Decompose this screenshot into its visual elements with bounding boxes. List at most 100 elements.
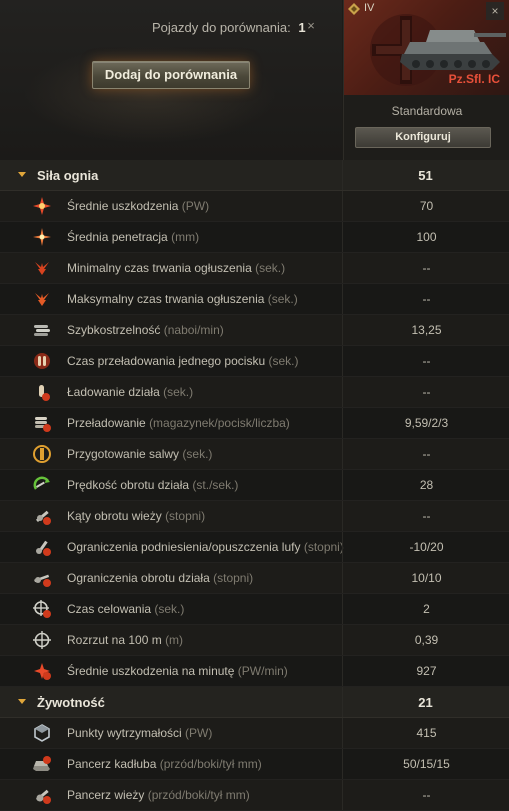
stat-unit: (naboi/min) [163, 323, 224, 337]
stat-unit: (przód/boki/tył mm) [147, 788, 250, 802]
elevation-icon [36, 540, 51, 556]
stat-name: Średnie uszkodzenia [67, 199, 179, 213]
stat-row: Pancerz kadłuba (przód/boki/tył mm) 50/1… [0, 749, 509, 780]
gun-loading-icon [39, 385, 50, 401]
stat-row: Przygotowanie salwy (sek.) -- [0, 439, 509, 470]
vehicle-artwork: IV × Pz.Sfl. IC [344, 0, 509, 95]
stat-label: Czas przeładowania jednego pocisku (sek.… [67, 354, 298, 368]
comparison-panel: Pojazdy do porównania: 1 × Dodaj do poró… [0, 0, 342, 160]
stat-name: Ograniczenia podniesienia/opuszczenia lu… [67, 540, 301, 554]
stat-unit: (stopni) [303, 540, 344, 554]
stat-label: Średnie uszkodzenia na minutę (PW/min) [67, 664, 288, 678]
stat-unit: (PW/min) [237, 664, 288, 678]
vehicle-card: IV × Pz.Sfl. IC Standardowa Konfiguruj [343, 0, 509, 160]
stat-unit: (stopni) [213, 571, 254, 585]
turret-angle-icon [35, 510, 51, 525]
stat-row: Rozrzut na 100 m (m) 0,39 [0, 625, 509, 656]
damage-burst-icon [33, 197, 51, 215]
stat-label: Kąty obrotu wieży (stopni) [67, 509, 205, 523]
stat-name: Prędkość obrotu działa [67, 478, 190, 492]
stat-name: Czas celowania [67, 602, 152, 616]
magazine-reload-icon [35, 417, 51, 432]
section-header[interactable]: Siła ognia 51 [0, 160, 509, 191]
stat-row: Przeładowanie (magazynek/pocisk/liczba) … [0, 408, 509, 439]
stat-unit: (PW) [181, 199, 210, 213]
stat-row: Prędkość obrotu działa (st./sek.) 28 [0, 470, 509, 501]
stat-value: -10/20 [342, 540, 509, 556]
stat-value: 28 [342, 478, 509, 494]
stat-unit: (mm) [171, 230, 200, 244]
configure-button[interactable]: Konfiguruj [355, 127, 491, 148]
stat-value: 415 [342, 726, 509, 742]
stat-label: Pancerz kadłuba (przód/boki/tył mm) [67, 757, 262, 771]
stat-value: 9,59/2/3 [342, 416, 509, 432]
tier-label: IV [364, 2, 375, 14]
section-header[interactable]: Żywotność 21 [0, 687, 509, 718]
stat-unit: (sek.) [268, 354, 299, 368]
chevron-down-icon[interactable] [17, 696, 27, 706]
stat-label: Punkty wytrzymałości (PW) [67, 726, 212, 740]
stat-unit: (magazynek/pocisk/liczba) [149, 416, 290, 430]
gun-arc-icon [34, 574, 51, 587]
stat-unit: (m) [165, 633, 184, 647]
stat-value: -- [342, 385, 509, 401]
stat-value: -- [342, 292, 509, 308]
compare-count-label: Pojazdy do porównania: 1 [152, 20, 306, 35]
stat-label: Przeładowanie (magazynek/pocisk/liczba) [67, 416, 290, 430]
stat-value: 13,25 [342, 323, 509, 339]
stat-row: Średnia penetracja (mm) 100 [0, 222, 509, 253]
stun-min-icon [35, 262, 49, 275]
stat-name: Maksymalny czas trwania ogłuszenia [67, 292, 265, 306]
stat-unit: (sek.) [255, 261, 286, 275]
stat-name: Kąty obrotu wieży [67, 509, 162, 523]
stat-unit: (sek.) [267, 292, 298, 306]
stat-value: 10/10 [342, 571, 509, 587]
gun-traverse-speed-icon [33, 476, 50, 490]
stat-value: 100 [342, 230, 509, 246]
stat-name: Punkty wytrzymałości [67, 726, 182, 740]
stat-name: Średnia penetracja [67, 230, 168, 244]
salvo-icon [33, 445, 51, 463]
stat-name: Minimalny czas trwania ogłuszenia [67, 261, 252, 275]
stat-label: Ładowanie działa (sek.) [67, 385, 193, 399]
stat-label: Rozrzut na 100 m (m) [67, 633, 183, 647]
stat-label: Prędkość obrotu działa (st./sek.) [67, 478, 238, 492]
stat-name: Ograniczenia obrotu działa [67, 571, 210, 585]
stat-label: Przygotowanie salwy (sek.) [67, 447, 212, 461]
stat-unit: (sek.) [182, 447, 213, 461]
stat-row: Punkty wytrzymałości (PW) 415 [0, 718, 509, 749]
stat-name: Przygotowanie salwy [67, 447, 180, 461]
stat-value: -- [342, 509, 509, 525]
stat-label: Pancerz wieży (przód/boki/tył mm) [67, 788, 250, 802]
stat-value: 2 [342, 602, 509, 618]
stat-label: Szybkostrzelność (naboi/min) [67, 323, 224, 337]
stat-name: Przeładowanie [67, 416, 146, 430]
dispersion-icon [33, 631, 51, 649]
add-to-comparison-button[interactable]: Dodaj do porównania [92, 61, 250, 89]
tank-icon [400, 30, 506, 70]
dpm-icon [34, 663, 51, 680]
section-title: Żywotność [37, 695, 105, 710]
stat-unit: (st./sek.) [192, 478, 239, 492]
stat-row: Pancerz wieży (przód/boki/tył mm) -- [0, 780, 509, 811]
hit-points-icon [34, 724, 50, 742]
chevron-down-icon[interactable] [17, 169, 27, 179]
stat-unit: (PW) [185, 726, 213, 740]
stat-name: Pancerz kadłuba [67, 757, 157, 771]
comparison-header: Pojazdy do porównania: 1 × Dodaj do poró… [0, 0, 509, 161]
stat-name: Średnie uszkodzenia na minutę [67, 664, 235, 678]
stat-row: Kąty obrotu wieży (stopni) -- [0, 501, 509, 532]
stat-name: Ładowanie działa [67, 385, 160, 399]
vehicle-name: Pz.Sfl. IC [448, 72, 500, 86]
stat-row: Czas przeładowania jednego pocisku (sek.… [0, 346, 509, 377]
stat-label: Ograniczenia podniesienia/opuszczenia lu… [67, 540, 344, 554]
stat-name: Czas przeładowania jednego pocisku [67, 354, 266, 368]
stat-label: Maksymalny czas trwania ogłuszenia (sek.… [67, 292, 298, 306]
clear-comparison-close-icon[interactable]: × [301, 16, 321, 36]
section-value: 51 [418, 168, 433, 183]
stat-name: Rozrzut na 100 m [67, 633, 162, 647]
stat-name: Pancerz wieży [67, 788, 145, 802]
stat-label: Czas celowania (sek.) [67, 602, 184, 616]
stats-table: Siła ognia 51 Średnie uszkodzenia (PW) 7… [0, 160, 509, 811]
hull-armor-icon [33, 756, 51, 771]
